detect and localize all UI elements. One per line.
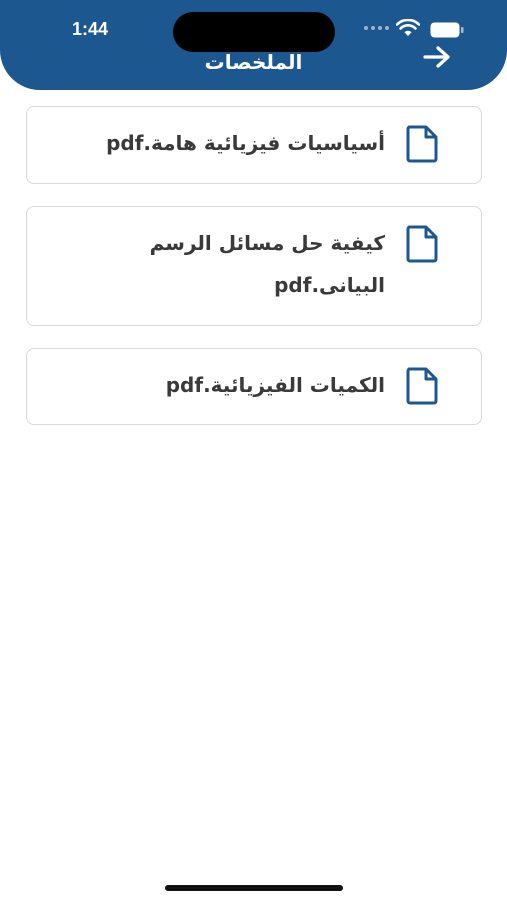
file-name: كيفية حل مسائل الرسم البيانى.pdf <box>149 231 385 297</box>
file-name: أسياسيات فيزيائية هامة.pdf <box>106 131 385 155</box>
list-item[interactable]: أسياسيات فيزيائية هامة.pdf <box>26 106 482 184</box>
arrow-right-icon <box>423 46 450 68</box>
file-name: الكميات الفيزيائية.pdf <box>165 373 385 397</box>
cellular-signal-icon <box>364 26 389 30</box>
wifi-icon <box>396 19 420 36</box>
back-button[interactable] <box>420 42 454 72</box>
battery-icon <box>430 22 464 38</box>
file-list: أسياسيات فيزيائية هامة.pdf كيفية حل مسائ… <box>26 106 482 447</box>
status-time: 1:44 <box>72 19 109 39</box>
list-item[interactable]: كيفية حل مسائل الرسم البيانى.pdf <box>26 206 482 326</box>
list-item[interactable]: الكميات الفيزيائية.pdf <box>26 348 482 425</box>
file-icon <box>406 225 438 263</box>
file-icon <box>406 367 438 405</box>
dynamic-island <box>173 12 335 52</box>
app-header: 1:44 الملخصات <box>0 0 507 90</box>
file-icon <box>406 125 438 163</box>
home-indicator <box>165 885 343 891</box>
